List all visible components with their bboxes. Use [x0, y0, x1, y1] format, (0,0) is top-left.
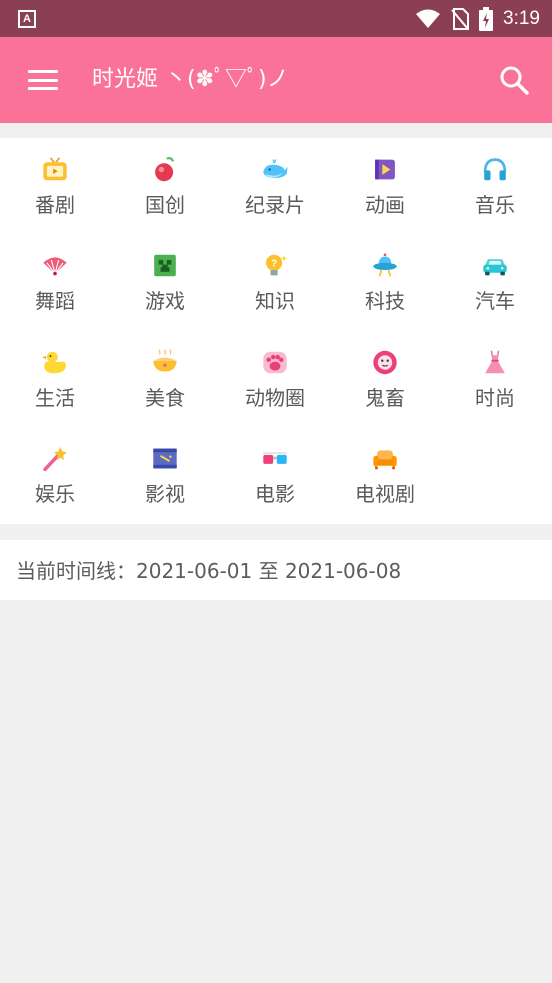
category-label: 鬼畜: [365, 386, 405, 410]
category-item-life[interactable]: 生活: [0, 331, 110, 411]
peach-icon: [155, 157, 175, 182]
category-item-animals[interactable]: 动物圈: [220, 331, 330, 411]
search-icon[interactable]: [498, 64, 530, 96]
category-item-bangumi[interactable]: 番剧: [0, 138, 110, 218]
category-item-dance[interactable]: 舞蹈: [0, 234, 110, 314]
category-label: 国创: [145, 193, 185, 217]
headphones-icon: [483, 158, 507, 181]
category-item-documentary[interactable]: 纪录片: [220, 138, 330, 218]
category-label: 美食: [145, 386, 185, 410]
category-label: 动画: [365, 193, 405, 217]
page-title: 时光姬 丶(✽ﾟ▽ﾟ)ノ: [92, 67, 289, 92]
whale-icon: [263, 159, 288, 179]
ufo-icon: [373, 253, 397, 277]
category-item-movie[interactable]: 电影: [220, 427, 330, 507]
svg-text:?: ?: [271, 258, 277, 269]
category-label: 电视剧: [355, 482, 415, 506]
paw-icon: [263, 351, 287, 374]
wifi-icon: [416, 9, 441, 28]
category-label: 影视: [145, 482, 185, 506]
category-item-guochuang[interactable]: 国创: [110, 138, 220, 218]
battery-charging-icon: [479, 6, 494, 31]
category-label: 知识: [255, 289, 295, 313]
magic-wand-icon: [43, 446, 67, 472]
clock: 3:19: [503, 7, 540, 29]
category-label: 纪录片: [245, 193, 305, 217]
category-item-film-tv[interactable]: 影视: [110, 427, 220, 507]
category-item-entertainment[interactable]: 娱乐: [0, 427, 110, 507]
timeline-range-text: 当前时间线：2021-06-01 至 2021-06-08: [16, 559, 402, 583]
film-icon: [153, 448, 177, 469]
duck-icon: [42, 351, 66, 374]
play-icon: [375, 159, 395, 180]
category-label: 电影: [255, 482, 295, 506]
category-item-game[interactable]: 游戏: [110, 234, 220, 314]
app-notification-icon: A: [18, 9, 36, 28]
category-item-tv-series[interactable]: 电视剧: [330, 427, 440, 507]
lion-icon: [373, 350, 397, 375]
fan-icon: [43, 257, 67, 276]
category-label: 科技: [365, 289, 405, 313]
status-bar: A 3:19: [0, 0, 552, 37]
category-label: 游戏: [145, 289, 185, 313]
bowl-icon: [153, 349, 177, 372]
category-item-kichiku[interactable]: 鬼畜: [330, 331, 440, 411]
category-item-music[interactable]: 音乐: [440, 138, 550, 218]
category-label: 汽车: [475, 289, 515, 313]
car-icon: [483, 259, 507, 276]
category-item-knowledge[interactable]: ? 知识: [220, 234, 330, 314]
timeline-bar[interactable]: 当前时间线：2021-06-01 至 2021-06-08: [0, 540, 552, 600]
category-item-fashion[interactable]: 时尚: [440, 331, 550, 411]
category-label: 生活: [35, 386, 75, 410]
category-label: 舞蹈: [35, 289, 75, 313]
category-item-tech[interactable]: 科技: [330, 234, 440, 314]
category-label: 动物圈: [245, 386, 305, 410]
creeper-icon: [154, 254, 176, 277]
tv-icon: [43, 157, 67, 181]
category-label: 娱乐: [35, 482, 75, 506]
app-toolbar: 时光姬 丶(✽ﾟ▽ﾟ)ノ: [0, 37, 552, 123]
category-item-car[interactable]: 汽车: [440, 234, 550, 314]
category-label: 音乐: [475, 193, 515, 217]
3d-glasses-icon: [263, 452, 287, 464]
category-label: 番剧: [35, 193, 75, 217]
lightbulb-icon: ?: [266, 254, 287, 276]
category-item-animation[interactable]: 动画: [330, 138, 440, 218]
sofa-icon: [373, 450, 397, 470]
category-grid: 番剧 国创 纪录片 动画 音乐 舞蹈 游戏 ? 知识 科技 汽车 生活 美食 动…: [0, 138, 552, 524]
content-area: [0, 600, 552, 983]
dress-icon: [485, 350, 505, 374]
category-item-food[interactable]: 美食: [110, 331, 220, 411]
menu-icon[interactable]: [28, 70, 58, 90]
no-sim-icon: [451, 7, 470, 30]
category-label: 时尚: [475, 386, 515, 410]
